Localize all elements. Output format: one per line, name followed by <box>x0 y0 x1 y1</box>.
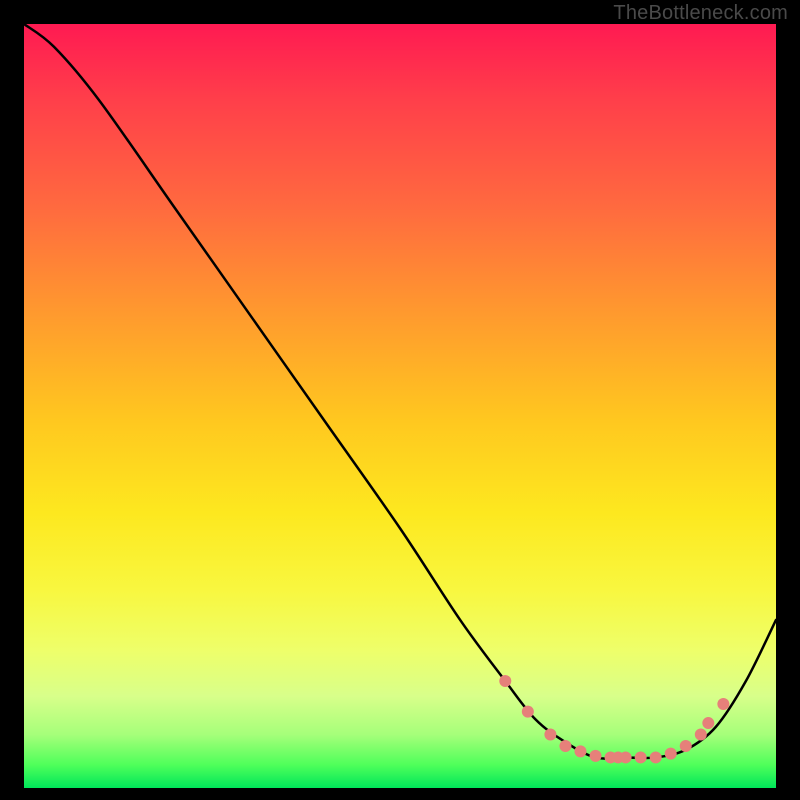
chart-svg <box>24 24 776 788</box>
chart-frame: TheBottleneck.com <box>0 0 800 800</box>
curve-marker <box>717 698 729 710</box>
curve-marker <box>559 740 571 752</box>
curve-marker <box>702 717 714 729</box>
curve-marker <box>665 748 677 760</box>
curve-marker <box>522 706 534 718</box>
watermark-text: TheBottleneck.com <box>613 2 788 25</box>
chart-plot-area <box>24 24 776 788</box>
curve-marker <box>574 745 586 757</box>
curve-marker <box>635 751 647 763</box>
curve-marker <box>680 740 692 752</box>
curve-marker <box>544 729 556 741</box>
curve-marker <box>650 751 662 763</box>
curve-marker <box>695 729 707 741</box>
curve-marker <box>620 751 632 763</box>
curve-marker <box>590 750 602 762</box>
curve-line <box>24 24 776 759</box>
curve-marker <box>499 675 511 687</box>
